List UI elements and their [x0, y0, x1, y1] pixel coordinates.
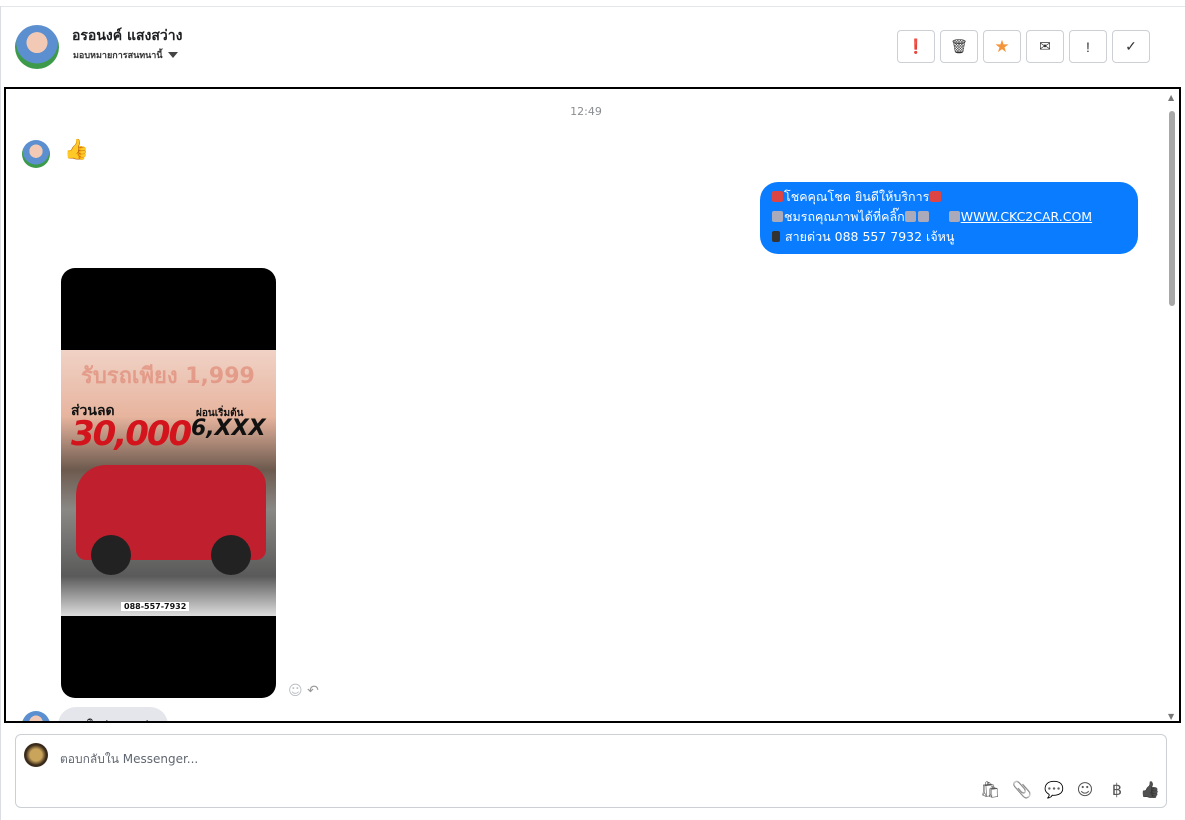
caret-down-icon — [167, 52, 178, 58]
assign-label: มอบหมายการสนทนานี้ — [73, 51, 163, 61]
message-line: โชคคุณโชค ยินดีให้บริการ — [784, 189, 930, 204]
scroll-down-icon[interactable]: ▼ — [1168, 712, 1174, 721]
image-attachment[interactable]: รับรถเพียง 1,999 ส่วนลด 30,000 ผ่อนเริ่ม… — [61, 268, 276, 698]
assign-conversation-dropdown[interactable]: มอบหมายการสนทนานี้ — [73, 48, 178, 62]
trash-icon: 🗑 — [950, 38, 968, 54]
delete-button[interactable]: 🗑 — [940, 30, 978, 63]
message-thread: 12:49 👍 โชคคุณโชค ยินดีให้บริการ ชมรถคุณ… — [4, 87, 1181, 723]
down-arrow-emoji-icon — [917, 211, 929, 222]
shopping-bag-icon[interactable]: 🛍 — [980, 780, 1000, 799]
follow-up-button[interactable]: ! — [1069, 30, 1107, 63]
emoji-icon[interactable]: ☺ — [1076, 780, 1094, 799]
timestamp: 12:49 — [570, 105, 602, 118]
star-icon: ★ — [994, 36, 1010, 56]
message-line: ชมรถคุณภาพได้ที่คลิ๊ก — [784, 209, 905, 224]
saved-reply-icon[interactable]: 💬 — [1044, 780, 1064, 799]
message-line: สายด่วน 088 557 7932 เจ้หนู — [784, 229, 955, 244]
page-avatar — [24, 743, 48, 767]
star-button[interactable]: ★ — [983, 30, 1021, 63]
emoji-icon — [930, 191, 942, 202]
thumbs-up-icon: 👍 — [64, 137, 89, 161]
poster-headline: รับรถเพียง 1,999 — [81, 364, 255, 389]
scroll-up-icon[interactable]: ▲ — [1168, 93, 1174, 102]
contact-name[interactable]: อรอนงค์ แสงสว่าง — [72, 25, 183, 47]
contact-avatar-small — [22, 140, 50, 168]
play-emoji-icon — [772, 211, 783, 222]
conversation-actions: ❗ 🗑 ★ ✉ ! ✓ — [897, 30, 1150, 63]
reply-icon[interactable]: ↶ — [307, 683, 319, 699]
poster-installment: 6,XXX — [191, 416, 266, 441]
reply-input[interactable]: ตอบกลับใน Messenger... — [60, 750, 198, 769]
top-divider — [0, 6, 1185, 7]
left-divider — [0, 6, 1, 820]
baht-icon[interactable]: ฿ — [1108, 780, 1126, 799]
paperclip-icon[interactable]: 📎 — [1012, 780, 1032, 799]
mark-unread-button[interactable]: ✉ — [1026, 30, 1064, 63]
emoji-icon — [772, 191, 783, 202]
phone-emoji-icon — [772, 231, 780, 242]
website-link[interactable]: WWW.CKC2CAR.COM — [961, 209, 1092, 224]
play-emoji-icon — [948, 211, 960, 222]
contact-avatar-small — [22, 711, 50, 721]
message-actions: ☺ ↶ — [288, 683, 319, 699]
envelope-icon: ✉ — [1039, 38, 1051, 54]
spam-button[interactable]: ❗ — [897, 30, 935, 63]
exclamation-icon: ! — [1086, 38, 1090, 55]
spam-icon: ❗ — [907, 38, 925, 54]
outgoing-message: โชคคุณโชค ยินดีให้บริการ ชมรถคุณภาพได้ที… — [760, 182, 1138, 254]
composer-tools: 🛍 📎 💬 ☺ ฿ 👍 — [980, 780, 1160, 799]
check-icon: ✓ — [1125, 38, 1137, 54]
thumbs-up-send-icon[interactable]: 👍 — [1140, 780, 1160, 799]
incoming-message: สนใจผ่อนรถค่ะ — [58, 707, 168, 721]
scrollbar-thumb[interactable] — [1169, 111, 1175, 306]
car-promo-poster: รับรถเพียง 1,999 ส่วนลด 30,000 ผ่อนเริ่ม… — [61, 350, 276, 616]
scrollbar[interactable]: ▲ ▼ — [1167, 91, 1177, 721]
done-button[interactable]: ✓ — [1112, 30, 1150, 63]
contact-avatar[interactable] — [15, 25, 59, 69]
poster-phone: 088-557-7932 — [121, 602, 190, 611]
react-smiley-icon[interactable]: ☺ — [288, 683, 303, 699]
wheel — [211, 535, 251, 575]
wheel — [91, 535, 131, 575]
down-arrow-emoji-icon — [904, 211, 916, 222]
reply-composer[interactable]: ตอบกลับใน Messenger... 🛍 📎 💬 ☺ ฿ 👍 — [15, 734, 1167, 808]
poster-discount: 30,000 — [71, 414, 192, 454]
